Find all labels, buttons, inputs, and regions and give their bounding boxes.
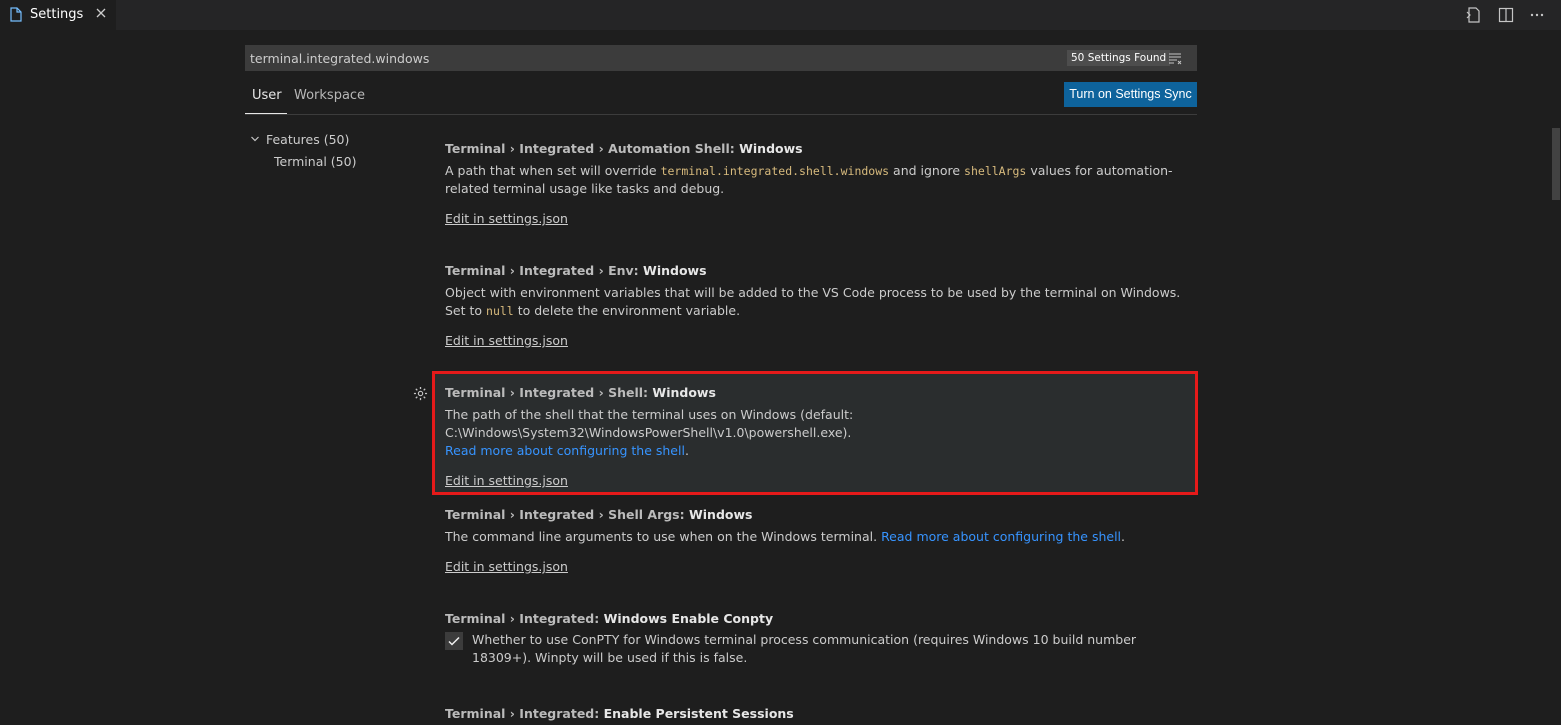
setting-title-prefix: Terminal › Integrated › Env: — [445, 263, 644, 278]
scrollbar-thumb[interactable] — [1552, 128, 1560, 200]
toc-item-terminal[interactable]: Terminal (50) — [274, 154, 356, 169]
setting-title: Terminal › Integrated › Shell Args: Wind… — [445, 507, 1185, 525]
chevron-down-icon — [250, 134, 262, 147]
setting-title: Terminal › Integrated › Env: Windows — [445, 263, 1185, 281]
setting-title-leaf: Enable Persistent Sessions — [603, 706, 794, 721]
tab-user[interactable]: User — [252, 88, 282, 103]
edit-in-settings-json-link[interactable]: Edit in settings.json — [445, 333, 568, 348]
more-actions-icon[interactable] — [1528, 6, 1546, 24]
open-settings-json-icon[interactable] — [1465, 6, 1483, 24]
setting-title-prefix: Terminal › Integrated: — [445, 611, 604, 626]
turn-on-settings-sync-button[interactable]: Turn on Settings Sync — [1064, 82, 1197, 107]
settings-search-input[interactable]: terminal.integrated.windows 50 Settings … — [245, 45, 1197, 71]
setting-title-leaf: Windows — [688, 507, 753, 522]
desc-text: . — [1121, 529, 1125, 544]
setting-title-prefix: Terminal › Integrated › Shell Args: — [445, 507, 689, 522]
setting-title-leaf: Windows — [739, 141, 803, 156]
read-more-link[interactable]: Read more about configuring the shell — [881, 529, 1121, 544]
filter-icon[interactable] — [1167, 50, 1183, 66]
setting-title: Terminal › Integrated: Windows Enable Co… — [445, 611, 1185, 629]
close-icon[interactable] — [94, 6, 108, 20]
gear-icon[interactable] — [413, 386, 428, 401]
edit-in-settings-json-link[interactable]: Edit in settings.json — [445, 473, 568, 488]
setting-title-leaf: Windows — [652, 385, 716, 400]
split-editor-icon[interactable] — [1497, 6, 1515, 24]
toc-item-features[interactable]: Features (50) — [250, 132, 349, 147]
setting-description: A path that when set will override termi… — [445, 162, 1185, 198]
setting-env-windows: Terminal › Integrated › Env: Windows Obj… — [445, 263, 1185, 349]
setting-description: The path of the shell that the terminal … — [445, 406, 865, 460]
setting-title: Terminal › Integrated › Automation Shell… — [445, 141, 1185, 159]
setting-automation-shell-windows: Terminal › Integrated › Automation Shell… — [445, 141, 1185, 227]
setting-title: Terminal › Integrated: Enable Persistent… — [445, 706, 1185, 724]
editor-tab-bar: Settings — [0, 0, 1561, 30]
desc-text: . — [684, 443, 689, 458]
file-icon — [10, 7, 22, 22]
setting-description: Whether to use ConPTY for Windows termin… — [472, 632, 1137, 665]
setting-title-prefix: Terminal › Integrated › Automation Shell… — [445, 141, 740, 156]
setting-description: Object with environment variables that w… — [445, 284, 1185, 320]
desc-text: to delete the environment variable. — [513, 303, 741, 318]
edit-in-settings-json-link[interactable]: Edit in settings.json — [445, 559, 568, 574]
enable-conpty-checkbox[interactable] — [445, 632, 463, 650]
checkmark-icon — [448, 636, 460, 646]
desc-text: The command line arguments to use when o… — [445, 529, 882, 544]
setting-description: The command line arguments to use when o… — [445, 528, 1185, 546]
edit-in-settings-json-link[interactable]: Edit in settings.json — [445, 211, 568, 226]
code-snippet: shellArgs — [964, 164, 1027, 178]
tab-workspace[interactable]: Workspace — [294, 88, 365, 103]
settings-found-badge: 50 Settings Found — [1067, 50, 1171, 66]
desc-text: The path of the shell that the terminal … — [445, 407, 854, 440]
setting-title-prefix: Terminal › Integrated: — [445, 706, 604, 721]
read-more-link[interactable]: Read more about configuring the shell — [445, 443, 685, 458]
setting-enable-persistent-sessions: Terminal › Integrated: Enable Persistent… — [445, 706, 1185, 724]
toc-features-label: Features (50) — [265, 132, 350, 147]
setting-title-prefix: Terminal › Integrated › Shell: — [445, 385, 653, 400]
desc-text: and ignore — [889, 163, 965, 178]
search-query: terminal.integrated.windows — [250, 51, 430, 66]
setting-shell-windows: Terminal › Integrated › Shell: Windows T… — [445, 385, 1185, 489]
code-snippet: terminal.integrated.shell.windows — [660, 164, 890, 178]
tab-label: Settings — [30, 7, 84, 22]
desc-text: A path that when set will override — [445, 163, 661, 178]
code-snippet: null — [486, 304, 514, 318]
setting-windows-enable-conpty: Terminal › Integrated: Windows Enable Co… — [445, 611, 1185, 629]
scope-divider — [245, 114, 1197, 115]
setting-title-leaf: Windows — [643, 263, 707, 278]
setting-title: Terminal › Integrated › Shell: Windows — [445, 385, 1185, 403]
active-tab-underline — [245, 113, 287, 114]
setting-shell-args-windows: Terminal › Integrated › Shell Args: Wind… — [445, 507, 1185, 575]
tab-settings[interactable]: Settings — [0, 0, 116, 30]
setting-title-leaf: Windows Enable Conpty — [603, 611, 774, 626]
